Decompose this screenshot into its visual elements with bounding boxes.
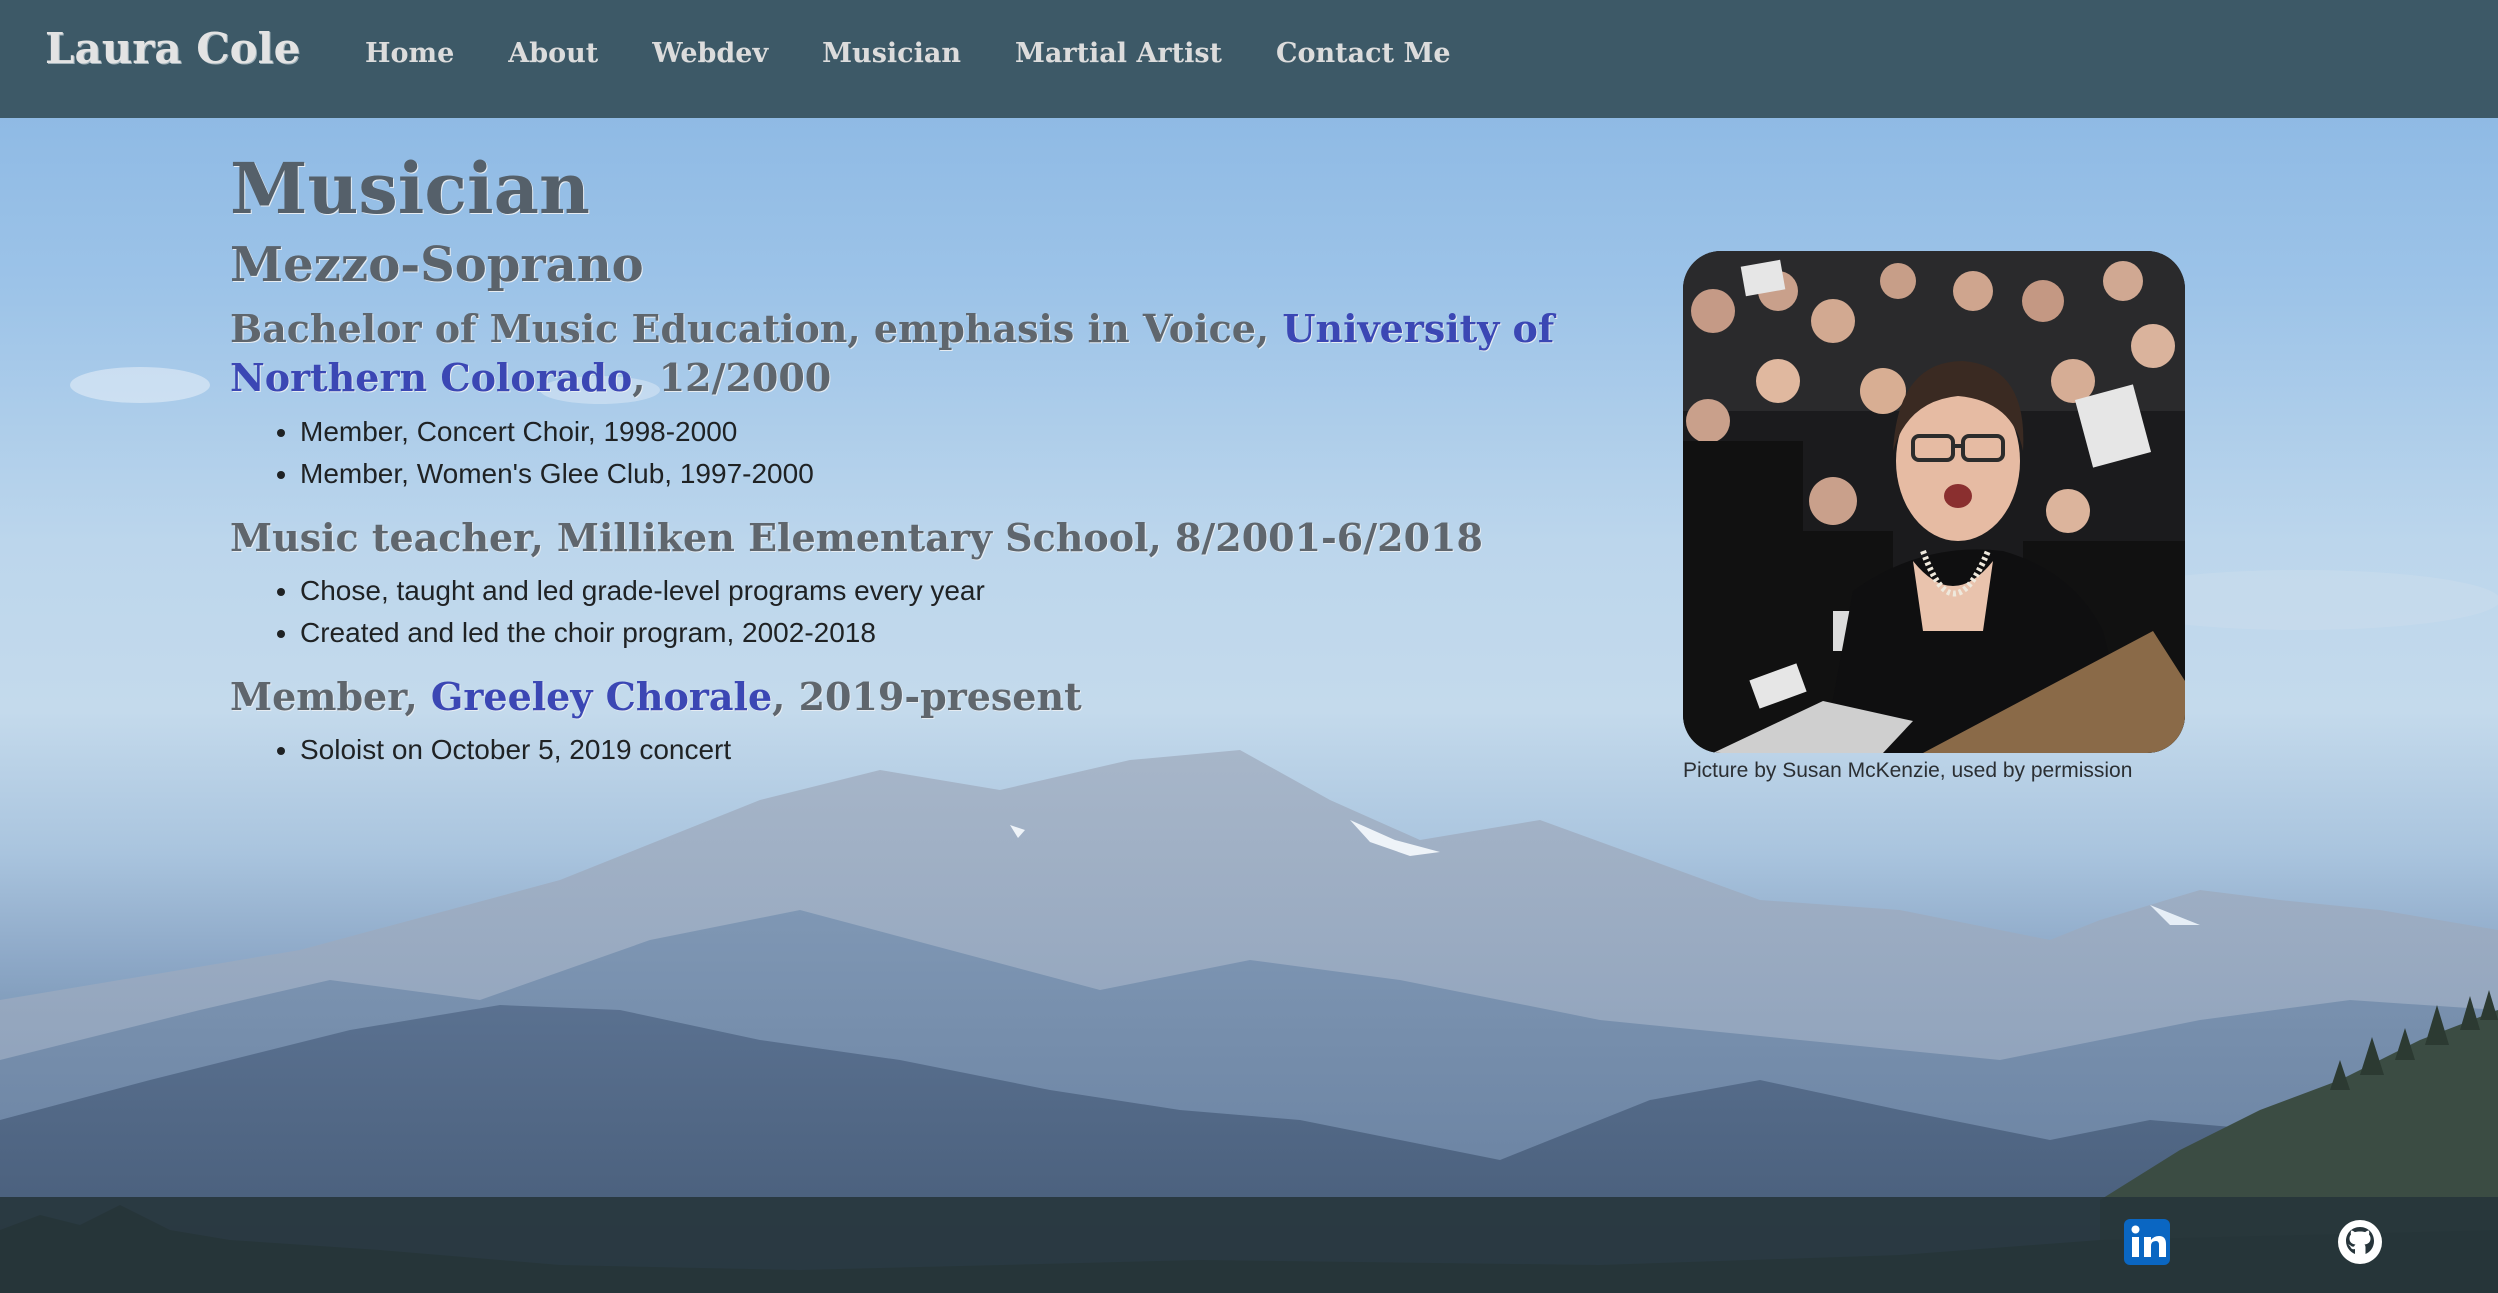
teaching-section: Music teacher, Milliken Elementary Schoo… xyxy=(230,513,1680,654)
nav-about-link[interactable]: About xyxy=(508,38,598,69)
education-section: Bachelor of Music Education, emphasis in… xyxy=(230,304,1680,495)
list-item: Member, Concert Choir, 1998-2000 xyxy=(300,411,1680,453)
nav-webdev-link[interactable]: Webdev xyxy=(652,38,768,69)
nav-contact-link[interactable]: Contact Me xyxy=(1276,38,1450,69)
education-heading-prefix: Bachelor of Music Education, emphasis in… xyxy=(230,305,1283,351)
teaching-list: Chose, taught and led grade-level progra… xyxy=(230,570,1680,654)
github-icon[interactable] xyxy=(2335,1217,2385,1267)
footer xyxy=(0,1197,2498,1293)
choir-photo xyxy=(1683,251,2185,753)
education-heading-suffix: , 12/2000 xyxy=(632,355,832,401)
nav-home-link[interactable]: Home xyxy=(365,38,454,69)
chorale-heading: Member, Greeley Chorale, 2019-present xyxy=(230,672,1680,721)
top-navigation-bar: Laura Cole Home About Webdev Musician Ma… xyxy=(0,0,2498,118)
main-nav: Home About Webdev Musician Martial Artis… xyxy=(365,38,1505,69)
chorale-section: Member, Greeley Chorale, 2019-present So… xyxy=(230,672,1680,771)
list-item: Member, Women's Glee Club, 1997-2000 xyxy=(300,453,1680,495)
greeley-chorale-link[interactable]: Greeley Chorale xyxy=(431,674,772,719)
nav-musician-link[interactable]: Musician xyxy=(822,38,961,69)
chorale-list: Soloist on October 5, 2019 concert xyxy=(230,729,1680,771)
page-subtitle: Mezzo-Soprano xyxy=(230,237,644,293)
teaching-heading: Music teacher, Milliken Elementary Schoo… xyxy=(230,514,1483,560)
photo-caption: Picture by Susan McKenzie, used by permi… xyxy=(1683,759,2133,782)
choir-photo-figure: Picture by Susan McKenzie, used by permi… xyxy=(1683,251,2185,783)
chorale-heading-prefix: Member, xyxy=(230,673,431,719)
education-heading: Bachelor of Music Education, emphasis in… xyxy=(230,304,1680,403)
nav-martial-artist-link[interactable]: Martial Artist xyxy=(1015,38,1222,69)
site-brand[interactable]: Laura Cole xyxy=(45,24,300,73)
page-title: Musician xyxy=(230,147,590,230)
education-list: Member, Concert Choir, 1998-2000 Member,… xyxy=(230,411,1680,495)
list-item: Soloist on October 5, 2019 concert xyxy=(300,729,1680,771)
chorale-heading-suffix: , 2019-present xyxy=(772,673,1082,719)
linkedin-icon[interactable] xyxy=(2122,1217,2172,1267)
list-item: Chose, taught and led grade-level progra… xyxy=(300,570,1680,612)
main-content: Musician Mezzo-Soprano Bachelor of Music… xyxy=(230,150,1680,789)
list-item: Created and led the choir program, 2002-… xyxy=(300,612,1680,654)
